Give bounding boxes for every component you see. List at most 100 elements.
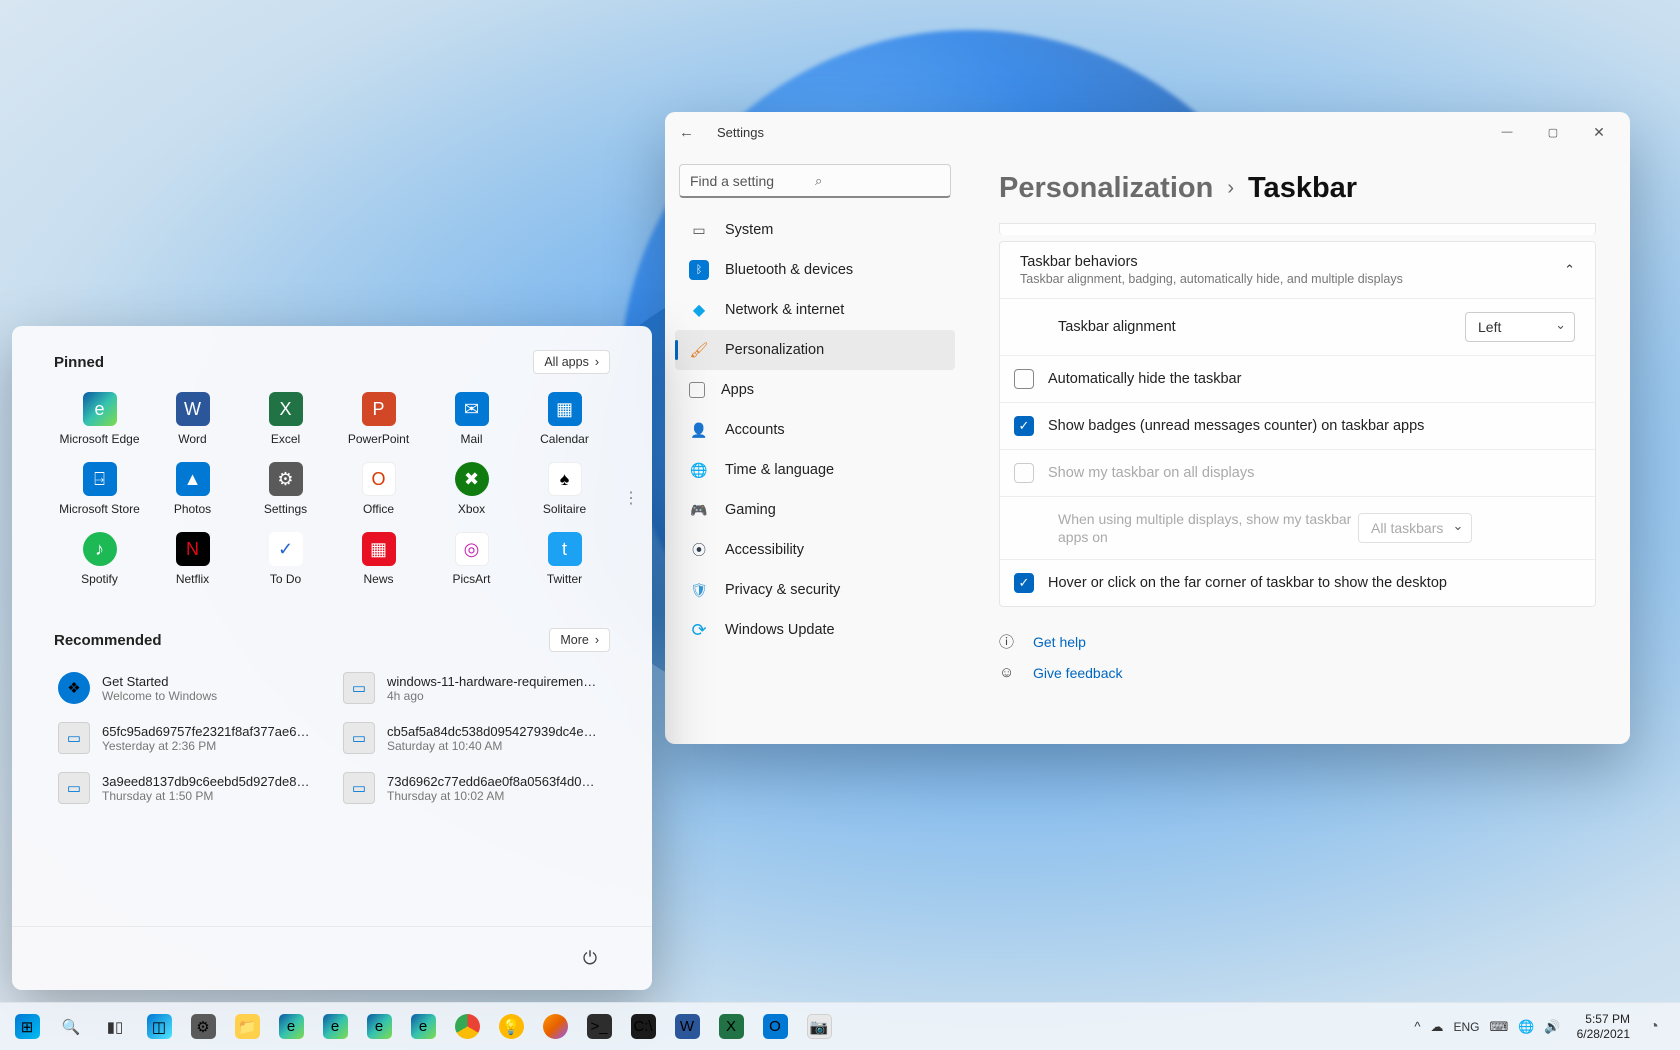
recommended-item[interactable]: ▭3a9eed8137db9c6eebd5d927de8fe...Thursda… <box>54 766 325 810</box>
nav-item-system[interactable]: ▭ System <box>675 210 955 250</box>
taskbar-file-explorer[interactable]: 📁 <box>226 1007 268 1047</box>
all-apps-button[interactable]: All apps › <box>533 350 610 374</box>
pinned-app[interactable]: ✓To Do <box>240 528 331 594</box>
pinned-app[interactable]: ▦Calendar <box>519 388 610 454</box>
app-icon: e <box>83 392 117 426</box>
badges-row[interactable]: ✓ Show badges (unread messages counter) … <box>1000 402 1595 449</box>
recommended-item[interactable]: ❖Get StartedWelcome to Windows <box>54 666 325 710</box>
start-menu: Pinned All apps › eMicrosoft EdgeWWordXE… <box>12 326 652 990</box>
pinned-app[interactable]: eMicrosoft Edge <box>54 388 145 454</box>
pinned-app[interactable]: PPowerPoint <box>333 388 424 454</box>
more-button[interactable]: More › <box>549 628 610 652</box>
panel-header[interactable]: Taskbar behaviors Taskbar alignment, bad… <box>1000 242 1595 298</box>
search-input[interactable]: Find a setting ⌕ <box>679 164 951 198</box>
nav-label: Accounts <box>725 422 785 438</box>
recommended-item[interactable]: ▭windows-11-hardware-requirement...4h ag… <box>339 666 610 710</box>
taskbar-command-prompt[interactable]: C:\ <box>622 1007 664 1047</box>
nav-item-bt[interactable]: ᛒBluetooth & devices <box>675 250 955 290</box>
nav-item-acc[interactable]: 👤Accounts <box>675 410 955 450</box>
get-help-link[interactable]: Get help <box>1033 634 1086 650</box>
taskbar-edge-canary[interactable]: e <box>402 1007 444 1047</box>
recommended-item[interactable]: ▭cb5af5a84dc538d095427939dc4e6...Saturda… <box>339 716 610 760</box>
recommended-item[interactable]: ▭65fc95ad69757fe2321f8af377ae670...Yeste… <box>54 716 325 760</box>
pinned-app[interactable]: ▲Photos <box>147 458 238 524</box>
taskbar-settings[interactable]: ⚙ <box>182 1007 224 1047</box>
nav-item-apps[interactable]: Apps <box>675 370 955 410</box>
get-help-row[interactable]: ⓘ Get help <box>999 631 1596 652</box>
pinned-app[interactable]: ✖Xbox <box>426 458 517 524</box>
power-button[interactable]: ⏻ <box>570 939 610 979</box>
nav-item-net[interactable]: ◆Network & internet <box>675 290 955 330</box>
nav-label: Windows Update <box>725 622 835 638</box>
taskbar-chrome[interactable] <box>446 1007 488 1047</box>
app-icon: N <box>176 532 210 566</box>
tray-volume-icon[interactable]: 🔊 <box>1544 1019 1560 1035</box>
tray-keyboard-icon[interactable]: ⌨ <box>1489 1019 1508 1035</box>
give-feedback-row[interactable]: ☺ Give feedback <box>999 664 1596 681</box>
pinned-app[interactable]: ⍈Microsoft Store <box>54 458 145 524</box>
taskbar-camera[interactable]: 📷 <box>798 1007 840 1047</box>
taskbar-word[interactable]: W <box>666 1007 708 1047</box>
taskbar-firefox[interactable] <box>534 1007 576 1047</box>
pinned-app[interactable]: ▦News <box>333 528 424 594</box>
badges-checkbox[interactable]: ✓ <box>1014 416 1034 436</box>
nav-label: System <box>725 222 773 238</box>
taskbar-excel[interactable]: X <box>710 1007 752 1047</box>
taskbar-clock[interactable]: 5:57 PM 6/28/2021 <box>1571 1012 1636 1042</box>
pinned-app[interactable]: ◎PicsArt <box>426 528 517 594</box>
rec-title: 3a9eed8137db9c6eebd5d927de8fe... <box>102 774 312 789</box>
app-icon: ✓ <box>269 532 303 566</box>
pinned-app[interactable]: ♪Spotify <box>54 528 145 594</box>
tray-language[interactable]: ENG <box>1453 1020 1479 1034</box>
tray-onedrive-icon[interactable]: ☁ <box>1430 1019 1443 1035</box>
nav-item-upd[interactable]: ⟳Windows Update <box>675 610 955 650</box>
net-icon: ◆ <box>689 300 709 320</box>
alignment-dropdown[interactable]: Left <box>1465 312 1575 342</box>
badges-label: Show badges (unread messages counter) on… <box>1048 418 1575 434</box>
close-button[interactable]: ✕ <box>1576 116 1622 148</box>
system-icon: ▭ <box>689 220 709 240</box>
pinned-app[interactable]: OOffice <box>333 458 424 524</box>
corner-row[interactable]: ✓ Hover or click on the far corner of ta… <box>1000 559 1595 606</box>
taskbar-windows-terminal[interactable]: >_ <box>578 1007 620 1047</box>
breadcrumb-parent[interactable]: Personalization <box>999 172 1213 205</box>
window-title: Settings <box>717 125 764 140</box>
taskbar-widgets[interactable]: ◫ <box>138 1007 180 1047</box>
back-button[interactable]: ← <box>679 124 703 141</box>
taskbar-search[interactable]: 🔍 <box>50 1007 92 1047</box>
taskbar-edge-beta[interactable]: e <box>314 1007 356 1047</box>
tray-chevron-icon[interactable]: ^ <box>1414 1019 1420 1034</box>
more-pinned-handle[interactable]: ⋮ <box>623 488 638 508</box>
taskbar-edge-dev[interactable]: e <box>358 1007 400 1047</box>
taskbar-tips[interactable]: 💡 <box>490 1007 532 1047</box>
give-feedback-link[interactable]: Give feedback <box>1033 665 1123 681</box>
pinned-app[interactable]: ♠Solitaire <box>519 458 610 524</box>
autohide-row[interactable]: Automatically hide the taskbar <box>1000 355 1595 402</box>
pinned-app[interactable]: NNetflix <box>147 528 238 594</box>
taskbar-edge[interactable]: e <box>270 1007 312 1047</box>
taskbar-start[interactable]: ⊞ <box>6 1007 48 1047</box>
pinned-app[interactable]: ⚙Settings <box>240 458 331 524</box>
taskbar-task-view[interactable]: ▮▯ <box>94 1007 136 1047</box>
nav-item-pers[interactable]: 🖌Personalization <box>675 330 955 370</box>
maximize-button[interactable]: ▢ <box>1530 116 1576 148</box>
tray-network-icon[interactable]: 🌐 <box>1518 1019 1534 1035</box>
nav-item-time[interactable]: 🌐Time & language <box>675 450 955 490</box>
recommended-item[interactable]: ▭73d6962c77edd6ae0f8a0563f4d04...Thursda… <box>339 766 610 810</box>
nav-label: Time & language <box>725 462 834 478</box>
rec-title: 65fc95ad69757fe2321f8af377ae670... <box>102 724 312 739</box>
pinned-app[interactable]: ✉Mail <box>426 388 517 454</box>
autohide-checkbox[interactable] <box>1014 369 1034 389</box>
pinned-app[interactable]: XExcel <box>240 388 331 454</box>
notifications-button[interactable]: ◔ <box>1638 1007 1670 1047</box>
pinned-app[interactable]: WWord <box>147 388 238 454</box>
nav-item-game[interactable]: 🎮Gaming <box>675 490 955 530</box>
feedback-icon: ☺ <box>999 664 1019 681</box>
nav-item-acs[interactable]: ⦿Accessibility <box>675 530 955 570</box>
rec-subtitle: Welcome to Windows <box>102 689 217 703</box>
nav-item-priv[interactable]: 🛡Privacy & security <box>675 570 955 610</box>
taskbar-outlook[interactable]: O <box>754 1007 796 1047</box>
pinned-app[interactable]: tTwitter <box>519 528 610 594</box>
corner-checkbox[interactable]: ✓ <box>1014 573 1034 593</box>
minimize-button[interactable]: — <box>1484 116 1530 148</box>
